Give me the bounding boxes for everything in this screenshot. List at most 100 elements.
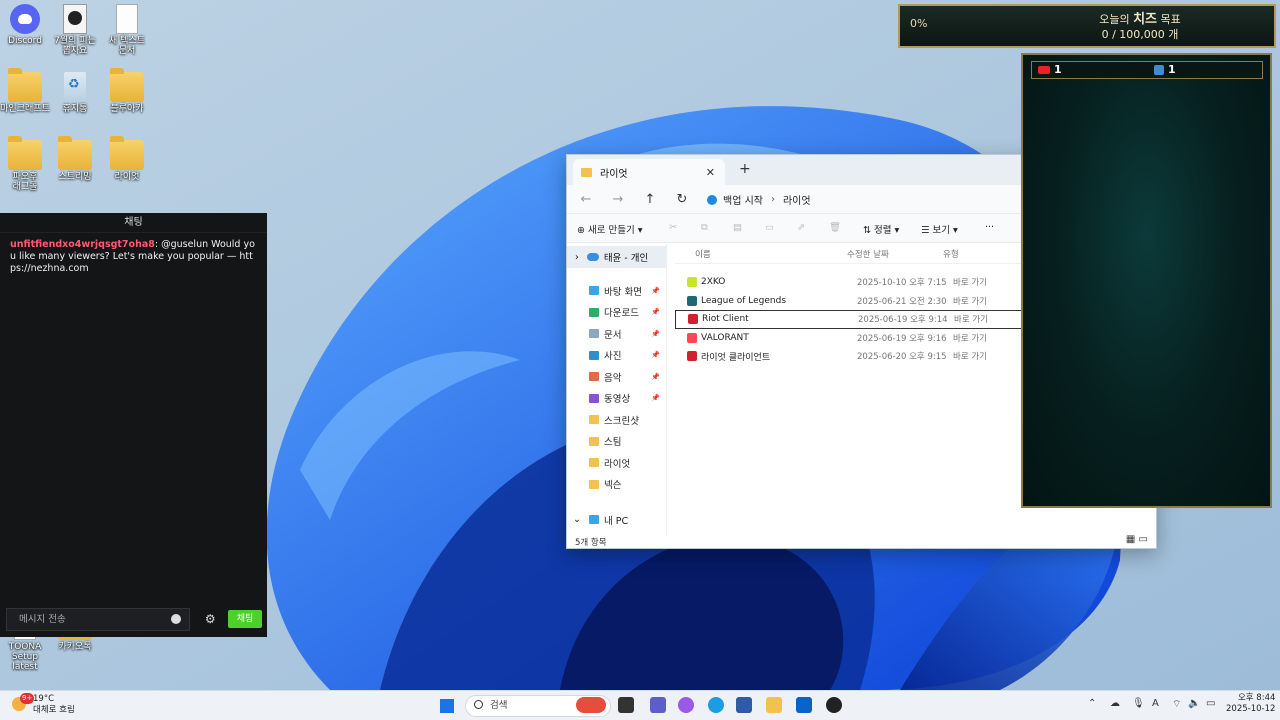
- folder-icon: [8, 68, 42, 102]
- view-toggle[interactable]: ▦ ▭: [1126, 534, 1148, 545]
- column-name[interactable]: 이름: [675, 248, 847, 260]
- store-icon[interactable]: [736, 697, 752, 713]
- shortcut-icon: [688, 314, 698, 325]
- gear-icon[interactable]: ⚙: [198, 612, 222, 626]
- desktop-icon[interactable]: 스트리밍: [50, 136, 100, 182]
- sidebar-item[interactable]: 다운로드 📌: [567, 302, 666, 324]
- chat-message-input[interactable]: 메시지 전송: [6, 607, 191, 631]
- sidebar-item-label: 문서: [604, 329, 622, 341]
- folder-icon: [589, 479, 599, 489]
- desktop-icon[interactable]: 블루아카: [102, 68, 152, 114]
- forward-arrow-icon[interactable]: →: [605, 192, 631, 207]
- pin-icon[interactable]: 📌: [651, 351, 660, 359]
- file-date: 2025-10-10 오후 7:15: [857, 278, 947, 289]
- pin-icon[interactable]: 📌: [651, 308, 660, 316]
- back-arrow-icon[interactable]: ←: [573, 192, 599, 207]
- breadcrumb-item[interactable]: 백업 시작: [723, 192, 763, 207]
- goal-percent: 0%: [910, 17, 928, 30]
- chat-username[interactable]: unfitfiendxo4wrjqsgt7oha8: [10, 239, 155, 250]
- chat-send-button[interactable]: 채팅: [228, 610, 262, 628]
- copy-icon[interactable]: ⧉: [701, 222, 708, 233]
- cloud-icon[interactable]: ☁: [1110, 698, 1120, 709]
- copilot-icon[interactable]: [678, 697, 694, 713]
- refresh-icon[interactable]: ↻: [669, 192, 695, 207]
- clock-time: 오후 8:44: [1237, 693, 1276, 703]
- youtube-count: 1: [1054, 63, 1062, 76]
- file-explorer-icon[interactable]: [766, 697, 782, 713]
- edge-icon[interactable]: [708, 697, 724, 713]
- ime-indicator[interactable]: A: [1152, 698, 1159, 709]
- sidebar-item[interactable]: 음악 📌: [567, 366, 666, 388]
- sidebar-item[interactable]: 동영상 📌: [567, 388, 666, 410]
- sidebar-item[interactable]: 라이엇: [567, 452, 666, 474]
- sidebar-item[interactable]: 문서 📌: [567, 323, 666, 345]
- sidebar-item-label: 동영상: [604, 394, 631, 406]
- sidebar-item[interactable]: 넥슨: [567, 474, 666, 496]
- microphone-icon[interactable]: 🎙: [1132, 698, 1145, 709]
- desktop-icon[interactable]: 7월의 피는 뽑자요: [50, 4, 100, 56]
- new-item-button[interactable]: ⊕ 새로 만들기 ▾: [577, 222, 643, 236]
- desktop-icon[interactable]: 새 텍스트 문서: [102, 4, 152, 56]
- desktop-icon[interactable]: 라이엇: [102, 136, 152, 182]
- file-name: League of Legends: [701, 295, 787, 306]
- outlook-icon[interactable]: [796, 697, 812, 713]
- up-arrow-icon[interactable]: ↑: [637, 192, 663, 207]
- emoji-icon[interactable]: [171, 613, 182, 624]
- wifi-icon[interactable]: ⌔: [1172, 698, 1181, 711]
- breadcrumb-item[interactable]: 라이엇: [783, 192, 811, 207]
- desktop-icon[interactable]: 마인크래프트: [0, 68, 50, 114]
- desktop-icon[interactable]: 파오후 래그돌: [0, 136, 50, 192]
- clock[interactable]: 오후 8:44 2025-10-12: [1226, 693, 1275, 715]
- new-tab-button[interactable]: +: [739, 161, 751, 177]
- close-icon[interactable]: ✕: [706, 166, 715, 179]
- file-name: 라이엇 클라이언트: [701, 352, 771, 363]
- sidebar-item-label: 다운로드: [604, 308, 639, 320]
- column-type[interactable]: 유형: [943, 248, 959, 260]
- chevron-right-icon[interactable]: ›: [575, 252, 579, 263]
- rename-icon[interactable]: ▭: [765, 222, 774, 233]
- sidebar-item[interactable]: 사진 📌: [567, 345, 666, 367]
- fruit-app-icon[interactable]: [576, 697, 606, 713]
- desktop-icon[interactable]: 휴지통: [50, 72, 100, 114]
- desktop-icon-label: 마인크래프트: [0, 104, 50, 114]
- sidebar-item-label: 라이엇: [604, 458, 631, 470]
- sidebar-item-this-pc[interactable]: ⌄ 내 PC: [567, 509, 666, 531]
- teams-icon[interactable]: [650, 697, 666, 713]
- sidebar-item[interactable]: 바탕 화면 📌: [567, 280, 666, 302]
- pin-icon[interactable]: 📌: [651, 373, 660, 381]
- more-options-button[interactable]: ···: [985, 222, 994, 233]
- paste-icon[interactable]: ▤: [733, 222, 742, 233]
- tab-riot[interactable]: 라이엇 ✕: [573, 159, 725, 185]
- delete-icon[interactable]: 🗑: [829, 222, 841, 233]
- sidebar-item-onedrive[interactable]: › 태윤 - 개인: [567, 246, 666, 268]
- video-icon: [63, 4, 87, 34]
- pin-icon[interactable]: 📌: [651, 394, 660, 402]
- desktop-icon-label: 7월의 피는 뽑자요: [54, 36, 96, 56]
- sidebar-item[interactable]: 스팀: [567, 431, 666, 453]
- battery-icon[interactable]: ▭: [1206, 698, 1215, 709]
- pin-icon[interactable]: 📌: [651, 287, 660, 295]
- tab-title: 라이엇: [600, 168, 628, 180]
- chevron-up-icon[interactable]: ⌃: [1088, 698, 1096, 709]
- recycle-icon: [64, 72, 86, 102]
- cut-icon[interactable]: ✂: [669, 222, 677, 233]
- pin-icon[interactable]: 📌: [651, 330, 660, 338]
- goal-title: 오늘의 치즈 목표: [1040, 8, 1240, 27]
- sidebar-item[interactable]: 스크린샷: [567, 409, 666, 431]
- speaker-icon[interactable]: 🔈: [1188, 698, 1200, 709]
- view-button[interactable]: ☰ 보기 ▾: [921, 222, 958, 236]
- column-date[interactable]: 수정한 날짜: [847, 248, 943, 260]
- weather-widget[interactable]: 9+ 19°C 대체로 흐림: [12, 693, 75, 716]
- file-type: 바로 가기: [954, 315, 988, 326]
- desktop-icon[interactable]: Discord: [0, 4, 50, 46]
- file-type: 바로 가기: [953, 352, 987, 363]
- obs-icon[interactable]: [826, 697, 842, 713]
- sort-button[interactable]: ⇅ 정렬 ▾: [863, 222, 899, 236]
- start-button[interactable]: [440, 699, 454, 713]
- shortcut-icon: [687, 277, 697, 288]
- chevron-down-icon[interactable]: ⌄: [573, 514, 581, 525]
- chat-message: unfitfiendxo4wrjqsgt7oha8: @guselun Woul…: [0, 233, 267, 281]
- share-icon[interactable]: ⇗: [797, 222, 805, 233]
- task-view-icon[interactable]: [618, 697, 634, 713]
- breadcrumb[interactable]: 백업 시작 › 라이엇: [707, 192, 811, 207]
